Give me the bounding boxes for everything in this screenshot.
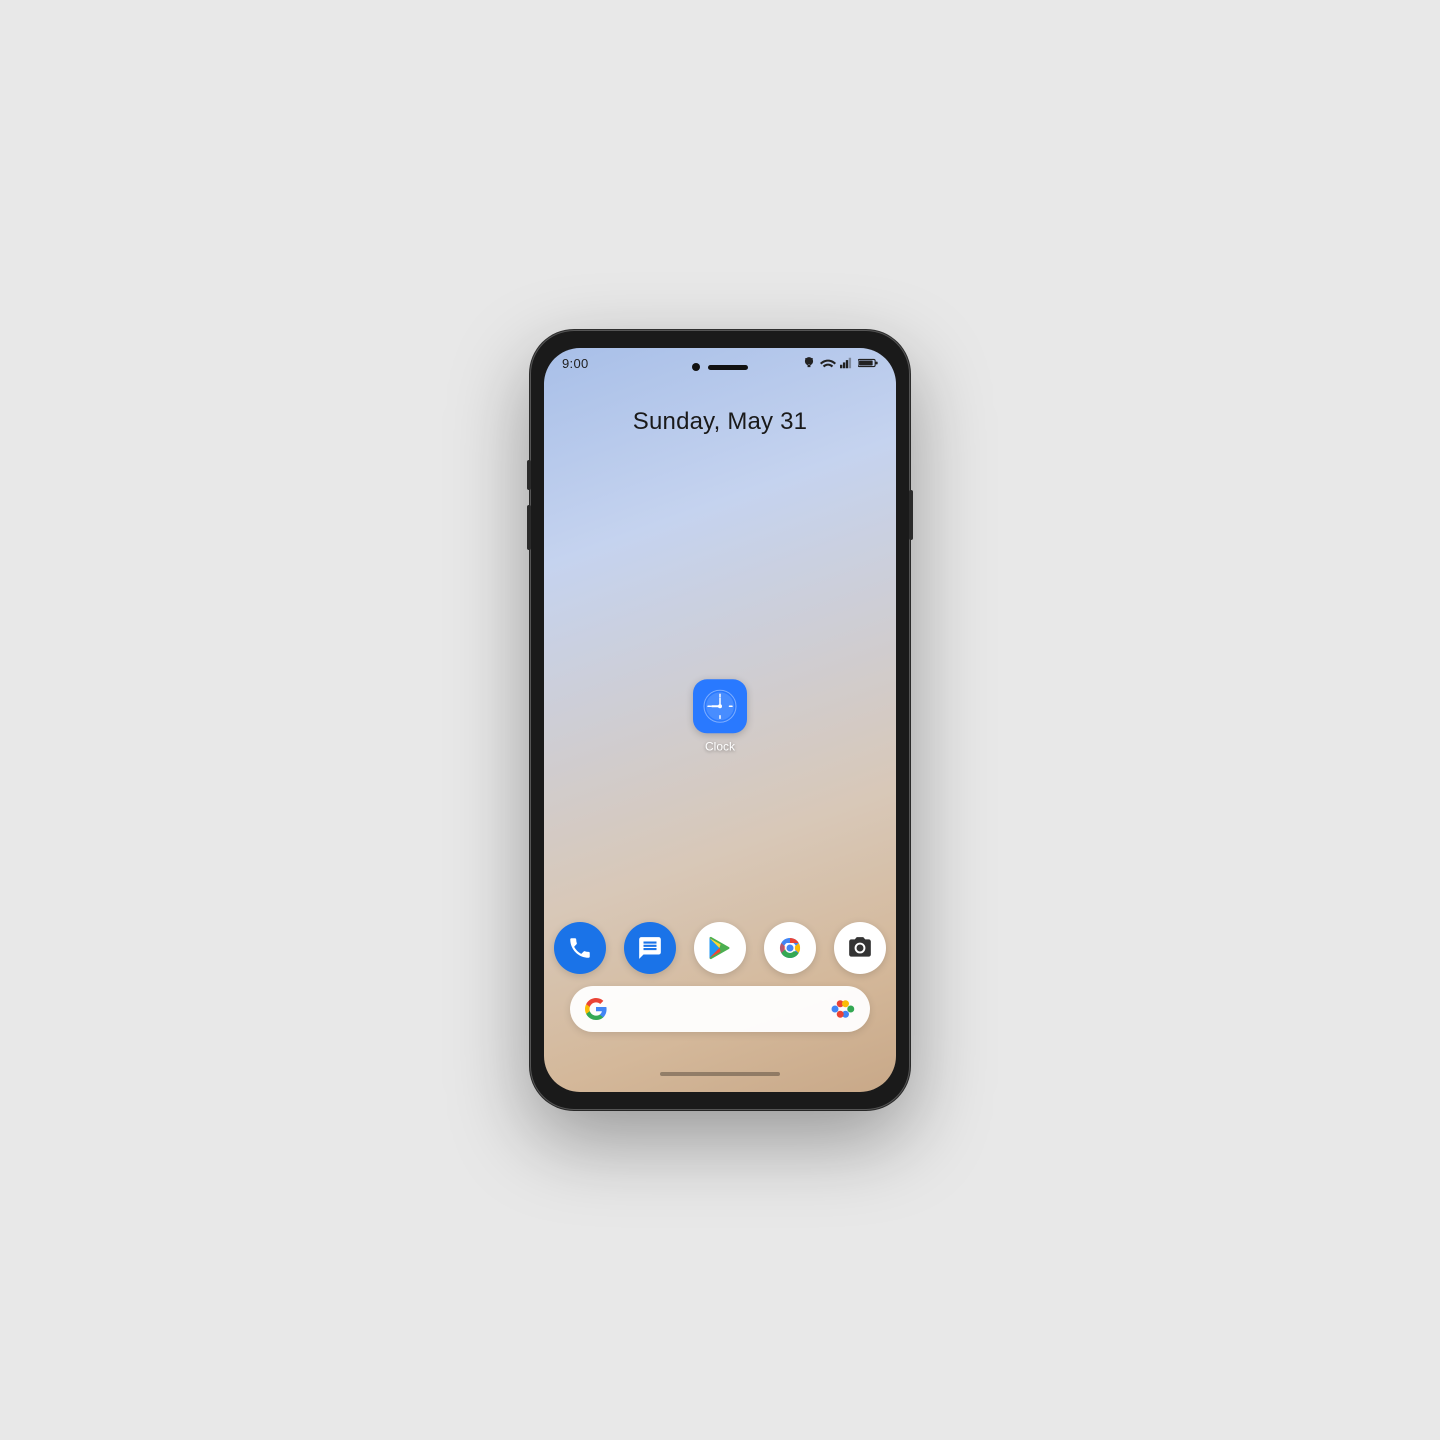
camera-dot (692, 363, 700, 371)
dock-icons-row (554, 922, 886, 974)
front-camera-area (680, 356, 760, 378)
volume-up-button[interactable] (527, 460, 531, 490)
volume-down-button[interactable] (527, 505, 531, 550)
chrome-app-icon[interactable] (764, 922, 816, 974)
clock-face-svg (701, 687, 739, 725)
phone-frame: 9:00 (530, 330, 910, 1110)
messages-app-icon[interactable] (624, 922, 676, 974)
messages-icon (637, 935, 663, 961)
camera-app-icon[interactable] (834, 922, 886, 974)
power-button[interactable] (909, 490, 913, 540)
status-icons (802, 356, 878, 370)
battery-icon (858, 357, 878, 369)
chrome-icon (774, 932, 806, 964)
play-store-app-icon[interactable] (694, 922, 746, 974)
clock-app-icon[interactable]: Clock (693, 679, 747, 753)
google-g-icon (584, 997, 608, 1021)
phone-screen: 9:00 (544, 348, 896, 1092)
nav-bar (544, 1064, 896, 1084)
date-text: Sunday, May 31 (633, 408, 807, 435)
google-assistant-icon (828, 995, 856, 1023)
phone-icon (567, 935, 593, 961)
alarm-icon (802, 356, 816, 370)
wifi-icon (820, 357, 836, 369)
date-display: Sunday, May 31 (544, 408, 896, 436)
camera-icon (847, 935, 873, 961)
phone-app-icon[interactable] (554, 922, 606, 974)
dock-area (544, 922, 896, 1032)
status-time: 9:00 (562, 356, 589, 371)
google-search-bar[interactable] (570, 986, 870, 1032)
signal-icon (840, 357, 854, 369)
nav-pill (660, 1072, 780, 1076)
clock-icon-circle (693, 679, 747, 733)
play-store-icon (706, 934, 734, 962)
speaker-slot (708, 365, 748, 370)
clock-app-label: Clock (705, 739, 735, 753)
